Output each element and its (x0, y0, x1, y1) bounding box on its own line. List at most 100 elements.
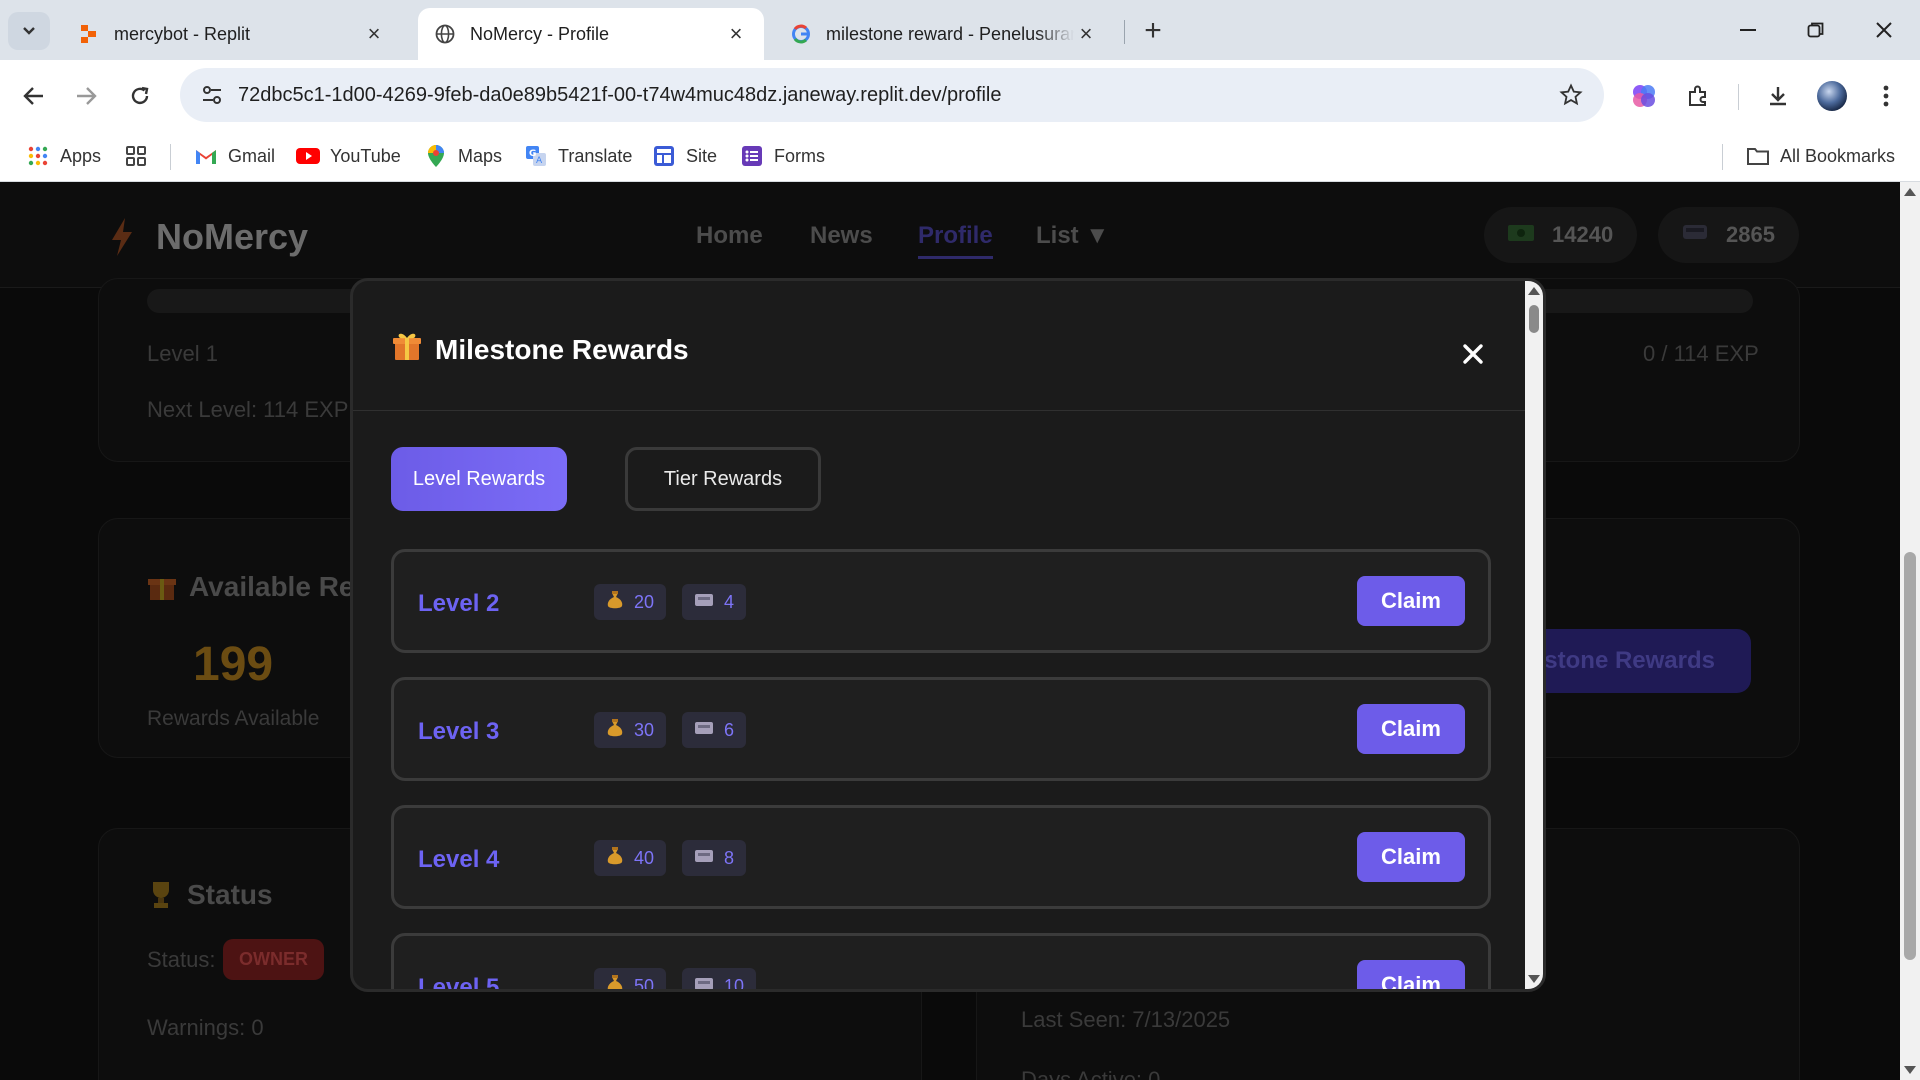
nav-profile[interactable]: Profile (918, 222, 993, 259)
scroll-up-arrow-icon[interactable] (1528, 287, 1540, 295)
url-text: 72dbc5c1-1d00-4269-9feb-da0e89b5421f-00-… (238, 83, 1002, 106)
last-seen-label: Last Seen: 7/13/2025 (1021, 1007, 1231, 1032)
coins-value: 14240 (1552, 222, 1614, 247)
bookmark-forms[interactable]: Forms (740, 140, 825, 172)
ticket-amount: 8 (724, 847, 735, 868)
menu-kebab-icon[interactable] (1866, 76, 1906, 116)
tab-nomercy-profile[interactable]: NoMercy - Profile × (418, 8, 764, 60)
brand-name: NoMercy (156, 216, 309, 257)
restore-icon (1807, 22, 1824, 38)
close-icon (1463, 344, 1483, 364)
scroll-down-arrow-icon[interactable] (1528, 975, 1540, 983)
coins-balance: 14240 (1484, 207, 1638, 263)
owner-badge: OWNER (223, 939, 324, 980)
tab-groups-button[interactable] (124, 140, 158, 172)
claim-button[interactable]: Claim (1357, 576, 1465, 626)
extensions-icon[interactable] (1678, 76, 1718, 116)
ticket-reward-chip: 8 (682, 840, 747, 876)
all-bookmarks-button[interactable]: All Bookmarks (1746, 140, 1895, 172)
ticket-reward-chip: 6 (682, 712, 747, 748)
arrow-right-icon (77, 87, 97, 105)
profile-avatar[interactable] (1812, 76, 1852, 116)
reload-button[interactable] (120, 76, 160, 116)
reward-level: Level 4 (418, 846, 500, 873)
money-bag-icon (606, 718, 624, 743)
bookmark-gmail[interactable]: Gmail (194, 140, 275, 172)
lightning-icon (112, 218, 132, 256)
minimize-button[interactable] (1718, 10, 1778, 50)
bookmark-star-icon[interactable] (1546, 83, 1596, 107)
site-info-icon[interactable] (186, 68, 238, 122)
modal-title-text: Milestone Rewards (435, 333, 689, 365)
ticket-icon (694, 720, 714, 741)
gmail-icon (194, 144, 218, 168)
coin-amount: 50 (634, 975, 655, 992)
maps-pin-icon (424, 144, 448, 168)
close-window-button[interactable] (1854, 10, 1914, 50)
tab-level-rewards[interactable]: Level Rewards (391, 447, 567, 511)
bookmark-maps[interactable]: Maps (424, 140, 502, 172)
tab-separator (1124, 20, 1125, 44)
days-active-label: Days Active: 0 (1021, 1067, 1161, 1080)
folder-icon (1746, 144, 1770, 168)
modal-scrollbar[interactable] (1525, 281, 1543, 989)
scroll-up-arrow-icon[interactable] (1904, 188, 1916, 196)
ticket-reward-chip: 10 (682, 968, 757, 989)
tab-milestone-search[interactable]: milestone reward - Penelusuran × (774, 8, 1114, 60)
tab-groups-icon (124, 144, 148, 168)
bookmark-youtube[interactable]: YouTube (296, 140, 401, 172)
scroll-down-arrow-icon[interactable] (1904, 1066, 1916, 1074)
reward-level: Level 2 (418, 590, 500, 617)
ticket-reward-chip: 4 (682, 584, 747, 620)
status-title-text: Status (187, 879, 273, 910)
available-rewards-title-text: Available Re (189, 571, 355, 602)
new-tab-button[interactable]: + (1136, 14, 1170, 48)
modal-scrollbar-thumb[interactable] (1529, 305, 1539, 333)
nav-list[interactable]: List ▼ (1036, 222, 1109, 250)
tab-tier-rewards[interactable]: Tier Rewards (625, 447, 821, 511)
warnings-label: Warnings: 0 (147, 1015, 264, 1040)
bookmarks-bar: Apps Gmail YouTube Maps GA Translate Sit (0, 130, 1920, 182)
coin-reward-chip: 50 (594, 968, 667, 992)
bookmark-divider (170, 144, 171, 170)
svg-text:A: A (536, 156, 543, 166)
close-tab-icon[interactable]: × (1074, 21, 1098, 46)
chevron-down-icon (23, 27, 35, 35)
reward-row-level-4: Level 4 40 8 Claim (391, 805, 1491, 909)
address-bar[interactable]: 72dbc5c1-1d00-4269-9feb-da0e89b5421f-00-… (180, 68, 1604, 122)
reward-row-level-2: Level 2 20 4 Claim (391, 549, 1491, 653)
claim-button[interactable]: Claim (1357, 704, 1465, 754)
money-bag-icon (606, 974, 624, 989)
brand-logo[interactable]: NoMercy (108, 216, 308, 258)
bookmark-site[interactable]: Site (652, 140, 717, 172)
restore-button[interactable] (1786, 10, 1846, 50)
tab-title: milestone reward - Penelusuran (826, 23, 1074, 44)
claim-button[interactable]: Claim (1357, 832, 1465, 882)
bookmark-label: Translate (558, 145, 633, 166)
browser-toolbar: 72dbc5c1-1d00-4269-9feb-da0e89b5421f-00-… (0, 60, 1920, 130)
tab-mercybot[interactable]: mercybot - Replit × (62, 8, 402, 60)
close-tab-icon[interactable]: × (724, 21, 748, 46)
gift-icon (148, 579, 176, 600)
next-level-label: Next Level: 114 EXP n (147, 397, 367, 422)
close-tab-icon[interactable]: × (362, 21, 386, 46)
forward-button[interactable] (66, 76, 106, 116)
page-scrollbar-thumb[interactable] (1904, 552, 1916, 960)
coin-amount: 40 (634, 847, 655, 868)
modal-close-button[interactable] (1458, 339, 1488, 369)
bookmark-translate[interactable]: GA Translate (524, 140, 632, 172)
downloads-icon[interactable] (1758, 76, 1798, 116)
page-scrollbar[interactable] (1900, 182, 1920, 1080)
tab-title: NoMercy - Profile (470, 23, 610, 44)
rewards-count: 199 (193, 638, 274, 691)
tab-search-button[interactable] (8, 12, 50, 50)
nav-news[interactable]: News (810, 222, 873, 250)
money-bag-icon (606, 846, 624, 871)
claim-button[interactable]: Claim (1357, 960, 1465, 989)
nav-home[interactable]: Home (696, 222, 763, 250)
bookmark-apps[interactable]: Apps (26, 140, 101, 172)
coin-amount: 30 (634, 719, 655, 740)
gemini-extension-icon[interactable] (1624, 76, 1664, 116)
back-button[interactable] (14, 76, 54, 116)
status-title: Status (147, 879, 273, 911)
